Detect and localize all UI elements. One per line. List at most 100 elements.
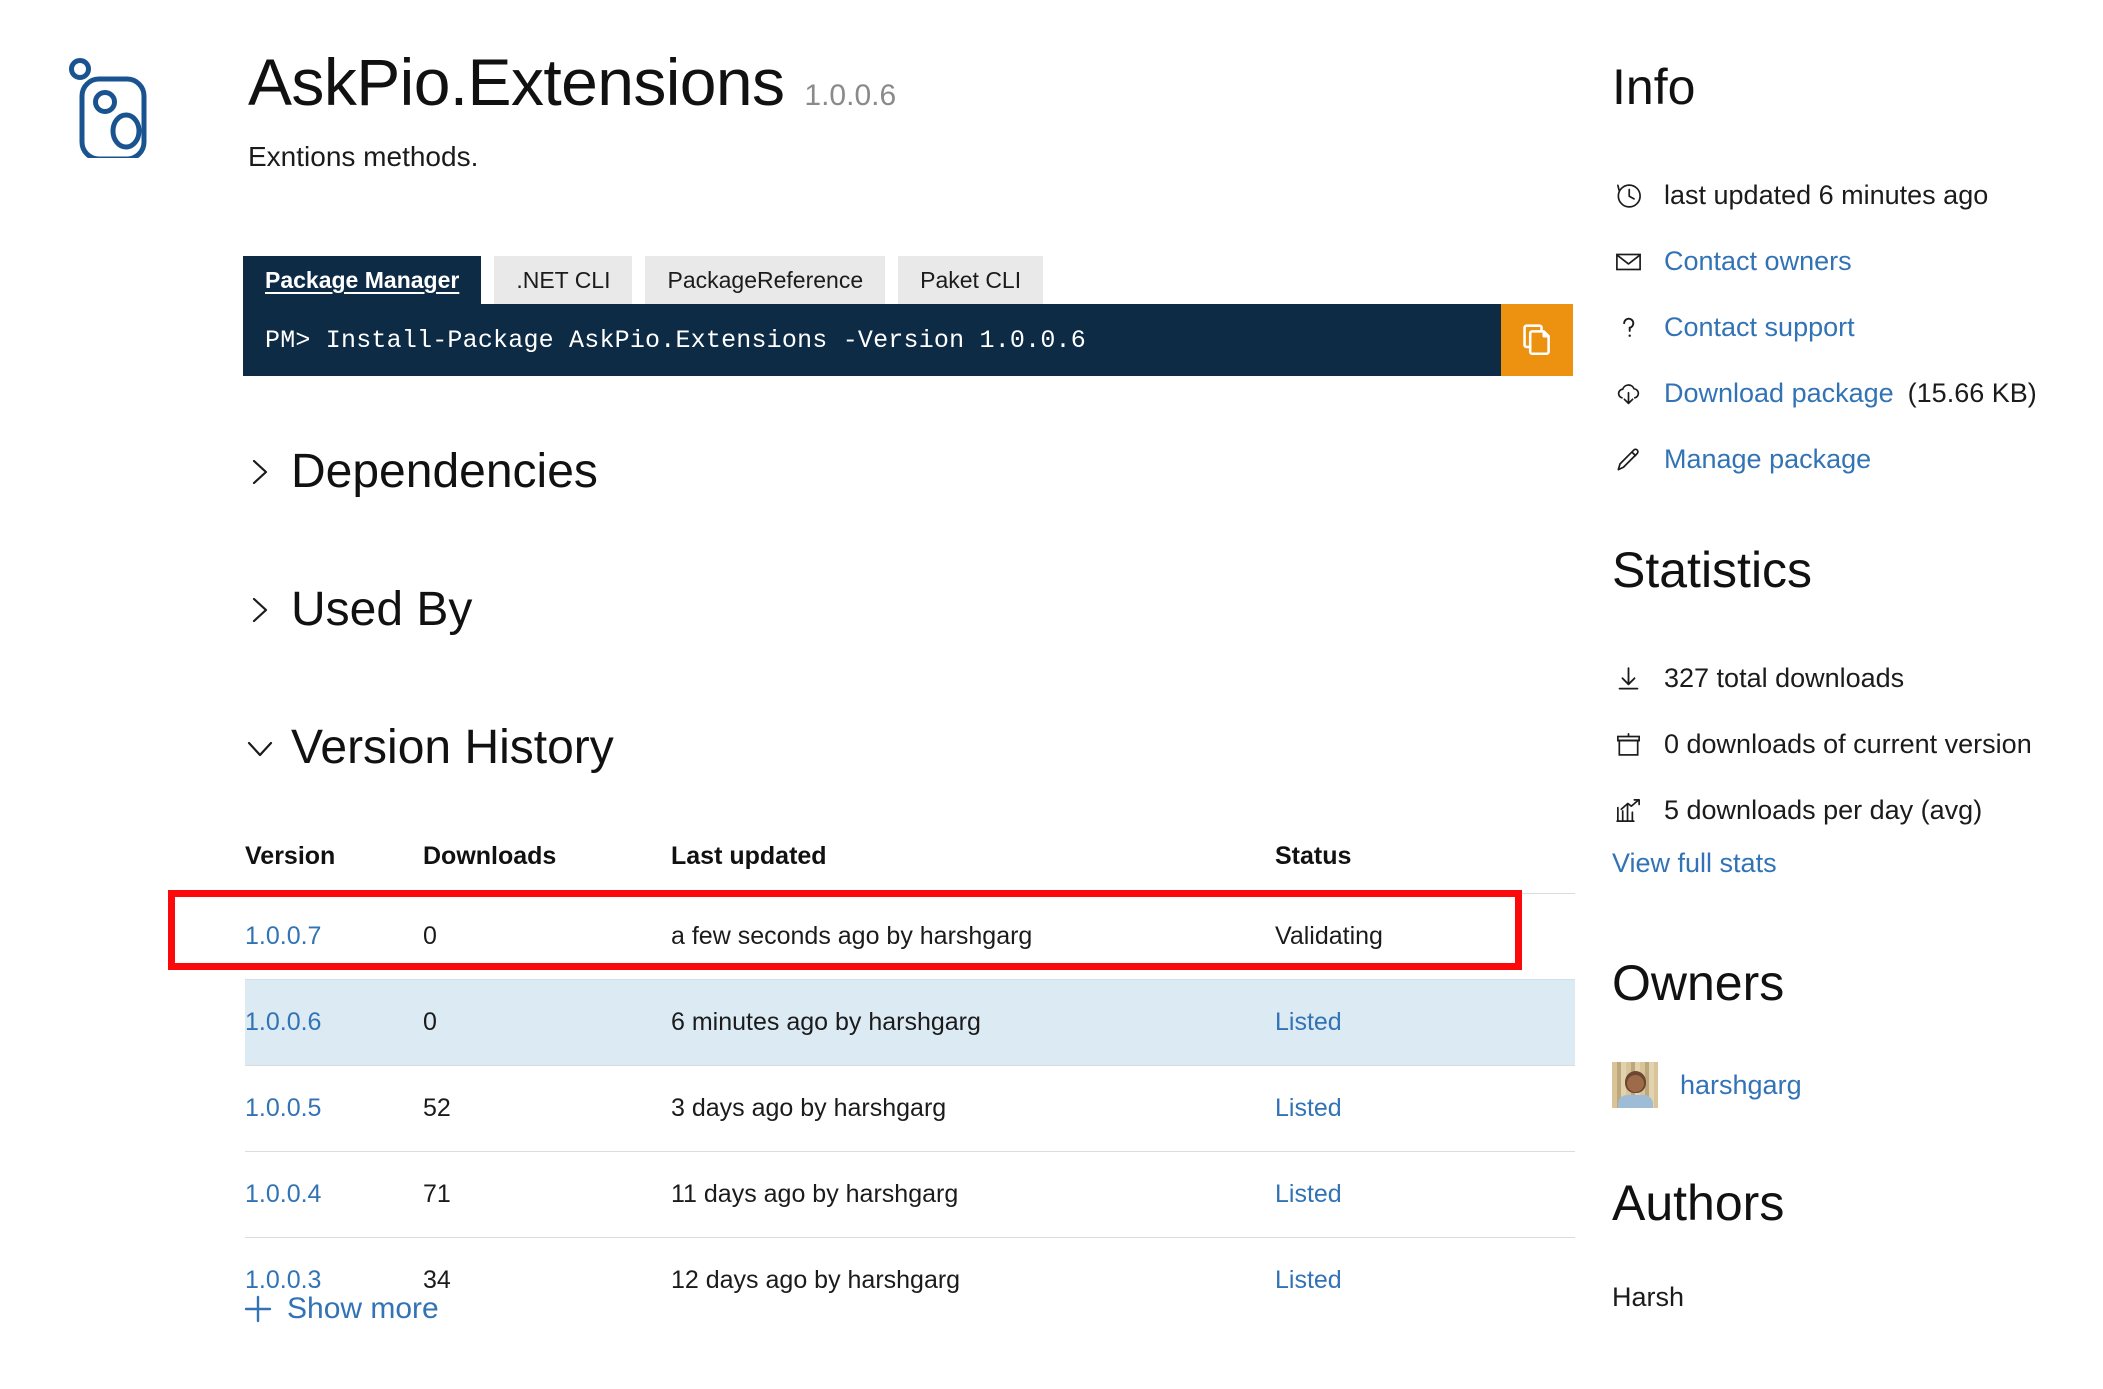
tab-package-reference[interactable]: PackageReference (645, 256, 885, 304)
status-link[interactable]: Listed (1275, 1008, 1342, 1036)
cell-last-updated: 11 days ago by harshgarg (671, 1152, 1275, 1238)
cell-status: Listed (1275, 1238, 1575, 1324)
version-history-table: Version Downloads Last updated Status 1.… (245, 842, 1575, 1323)
install-command-bar: PM> Install-Package AskPio.Extensions -V… (243, 304, 1573, 376)
table-row[interactable]: 1.0.0.5 52 3 days ago by harshgarg Liste… (245, 1066, 1575, 1152)
version-link[interactable]: 1.0.0.3 (245, 1266, 321, 1294)
cell-downloads: 52 (423, 1066, 671, 1152)
status-link[interactable]: Listed (1275, 1266, 1342, 1294)
table-row[interactable]: 1.0.0.6 0 6 minutes ago by harshgarg Lis… (245, 980, 1575, 1066)
clock-history-icon (1612, 179, 1644, 211)
copy-command-button[interactable] (1501, 304, 1573, 376)
author-name: Harsh (1612, 1282, 2103, 1313)
info-item-manage-package[interactable]: Manage package (1612, 426, 2103, 492)
show-more-label: Show more (287, 1292, 439, 1326)
cell-status: Listed (1275, 1066, 1575, 1152)
sidebar-heading-info: Info (1612, 62, 1695, 112)
owner-name-link[interactable]: harshgarg (1680, 1070, 1802, 1101)
bar-chart-icon (1612, 794, 1644, 826)
info-item-contact-owners[interactable]: Contact owners (1612, 228, 2103, 294)
page-title: AskPio.Extensions (248, 48, 784, 117)
tab-package-manager[interactable]: Package Manager (243, 256, 481, 304)
cell-last-updated: 12 days ago by harshgarg (671, 1238, 1275, 1324)
main-content-column: AskPio.Extensions 1.0.0.6 Exntions metho… (0, 0, 1590, 1389)
cell-version: 1.0.0.7 (245, 894, 423, 980)
stat-total-downloads-label: 327 total downloads (1664, 663, 1904, 694)
table-row[interactable]: 1.0.0.7 0 a few seconds ago by harshgarg… (245, 894, 1575, 980)
install-tab-list: Package Manager .NET CLI PackageReferenc… (243, 256, 1573, 304)
section-title-used-by: Used By (291, 586, 472, 634)
column-header-last-updated: Last updated (671, 842, 1275, 894)
cell-downloads: 71 (423, 1152, 671, 1238)
install-command-text[interactable]: PM> Install-Package AskPio.Extensions -V… (243, 304, 1501, 376)
sidebar-statistics-list: 327 total downloads 0 downloads of curre… (1612, 645, 2103, 843)
section-header-dependencies[interactable]: Dependencies (243, 448, 598, 496)
info-item-download-package[interactable]: Download package (15.66 KB) (1612, 360, 2103, 426)
section-header-version-history[interactable]: Version History (243, 724, 614, 772)
tab-dotnet-cli-label: .NET CLI (516, 267, 610, 294)
column-header-downloads: Downloads (423, 842, 671, 894)
tab-dotnet-cli[interactable]: .NET CLI (494, 256, 632, 304)
table-row[interactable]: 1.0.0.4 71 11 days ago by harshgarg List… (245, 1152, 1575, 1238)
version-link[interactable]: 1.0.0.5 (245, 1094, 321, 1122)
view-full-stats-link-row[interactable]: View full stats (1612, 830, 1777, 896)
cell-version: 1.0.0.6 (245, 980, 423, 1066)
info-item-last-updated: last updated 6 minutes ago (1612, 162, 2103, 228)
info-contact-owners-link[interactable]: Contact owners (1664, 246, 1852, 277)
cell-downloads: 0 (423, 894, 671, 980)
cell-status: Listed (1275, 1152, 1575, 1238)
package-title-line: AskPio.Extensions 1.0.0.6 (248, 48, 896, 117)
table-header-row: Version Downloads Last updated Status (245, 842, 1575, 894)
sidebar-heading-statistics: Statistics (1612, 545, 1812, 595)
info-item-contact-support[interactable]: Contact support (1612, 294, 2103, 360)
sidebar-info-list: last updated 6 minutes ago Contact owner… (1612, 162, 2103, 492)
question-mark-icon (1612, 311, 1644, 343)
cell-last-updated: a few seconds ago by harshgarg (671, 894, 1275, 980)
list-item[interactable]: harshgarg (1612, 1062, 2103, 1108)
stat-downloads-per-day-label: 5 downloads per day (avg) (1664, 795, 1982, 826)
cell-downloads: 34 (423, 1238, 671, 1324)
avatar (1612, 1062, 1658, 1108)
status-link[interactable]: Listed (1275, 1180, 1342, 1208)
version-link[interactable]: 1.0.0.4 (245, 1180, 321, 1208)
version-link[interactable]: 1.0.0.7 (245, 922, 321, 950)
version-link[interactable]: 1.0.0.6 (245, 1008, 321, 1036)
version-table-header: Version Downloads Last updated Status (245, 842, 1575, 894)
info-contact-support-link[interactable]: Contact support (1664, 312, 1855, 343)
cloud-download-icon (1612, 377, 1644, 409)
tab-paket-cli[interactable]: Paket CLI (898, 256, 1043, 304)
column-header-status: Status (1275, 842, 1575, 894)
copy-icon (1520, 322, 1554, 359)
section-title-version-history: Version History (291, 724, 614, 772)
table-row[interactable]: 1.0.0.3 34 12 days ago by harshgarg List… (245, 1238, 1575, 1324)
tab-package-manager-label: Package Manager (265, 267, 459, 294)
version-table-body: 1.0.0.7 0 a few seconds ago by harshgarg… (245, 894, 1575, 1324)
section-title-dependencies: Dependencies (291, 448, 598, 496)
section-header-used-by[interactable]: Used By (243, 586, 472, 634)
cell-version: 1.0.0.5 (245, 1066, 423, 1152)
cell-status: Listed (1275, 980, 1575, 1066)
tab-package-reference-label: PackageReference (667, 267, 863, 294)
info-last-updated-label: last updated 6 minutes ago (1664, 180, 1988, 211)
package-header: AskPio.Extensions 1.0.0.6 Exntions metho… (60, 46, 1500, 173)
envelope-icon (1612, 245, 1644, 277)
cell-version: 1.0.0.4 (245, 1152, 423, 1238)
chevron-right-icon (243, 593, 277, 627)
chevron-down-icon (243, 731, 277, 765)
info-download-package-link[interactable]: Download package (1664, 378, 1894, 409)
download-package-size: (15.66 KB) (1908, 378, 2037, 409)
stat-item-total-downloads: 327 total downloads (1612, 645, 2103, 711)
cell-downloads: 0 (423, 980, 671, 1066)
show-more-button[interactable]: Show more (243, 1292, 439, 1326)
package-title-block: AskPio.Extensions 1.0.0.6 Exntions metho… (248, 46, 896, 173)
plus-icon (243, 1294, 273, 1324)
cell-last-updated: 6 minutes ago by harshgarg (671, 980, 1275, 1066)
nuget-package-page: AskPio.Extensions 1.0.0.6 Exntions metho… (0, 0, 2103, 1389)
sidebar-heading-owners: Owners (1612, 958, 1784, 1008)
info-manage-package-link[interactable]: Manage package (1664, 444, 1871, 475)
gift-package-icon (1612, 728, 1644, 760)
stat-item-current-version-downloads: 0 downloads of current version (1612, 711, 2103, 777)
status-link[interactable]: Listed (1275, 1094, 1342, 1122)
view-full-stats-link[interactable]: View full stats (1612, 848, 1777, 879)
sidebar-heading-authors: Authors (1612, 1178, 1784, 1228)
